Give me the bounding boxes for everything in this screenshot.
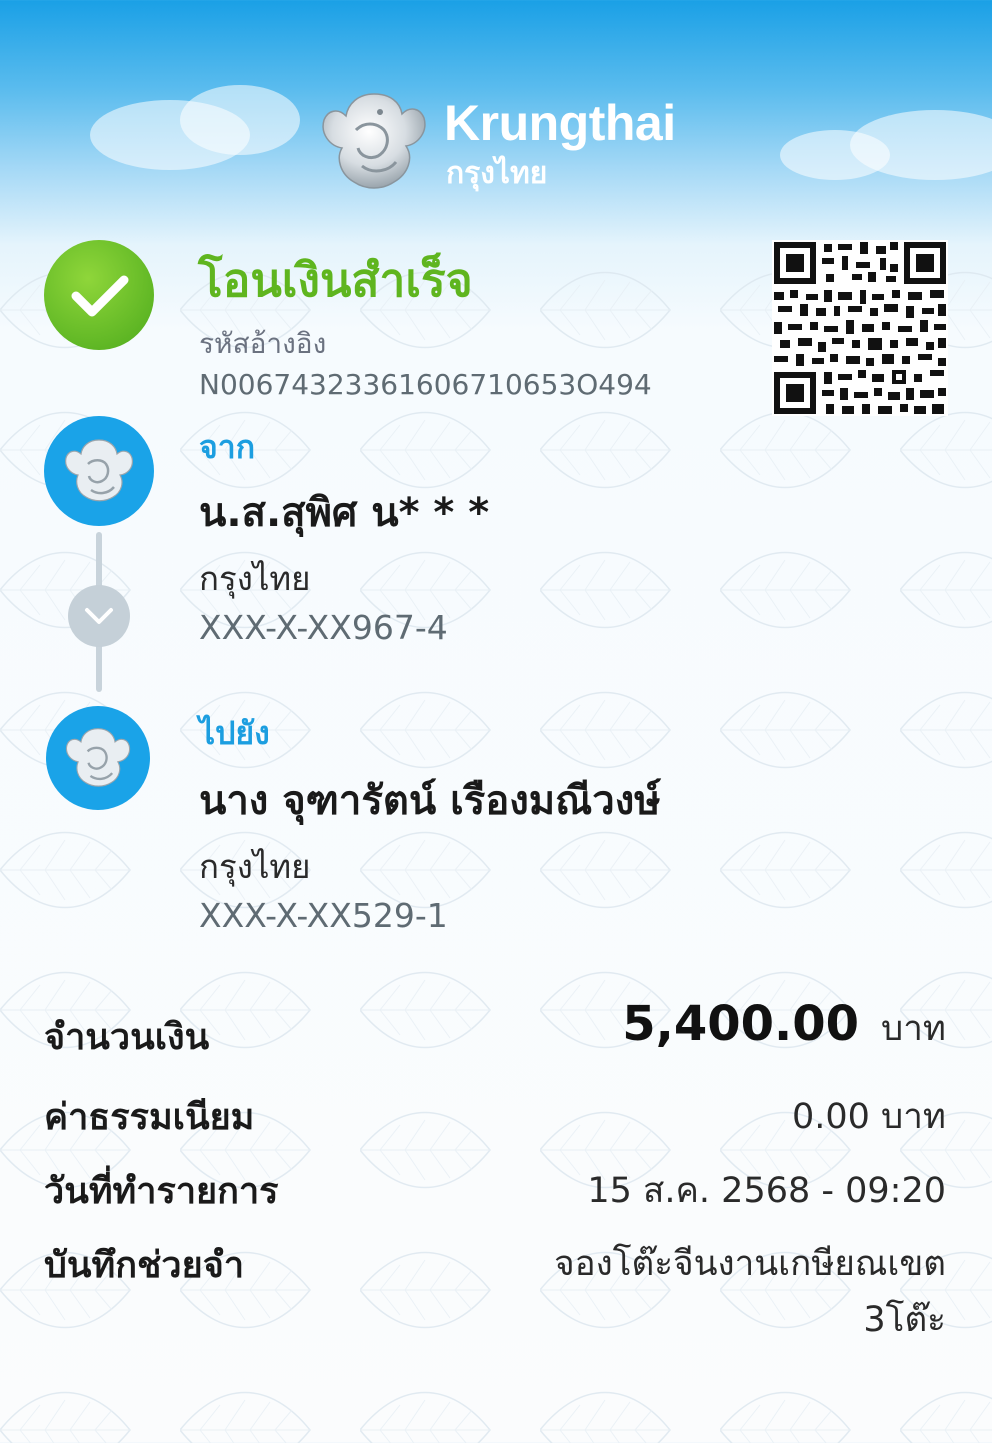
check-icon xyxy=(71,275,129,317)
app-header: Krungthai กรุงไทย xyxy=(0,86,992,206)
date-value: 15 ส.ค. 2568 - 09:20 xyxy=(587,1171,946,1211)
sender-bank-avatar xyxy=(44,416,154,526)
reference-label: รหัสอ้างอิง xyxy=(199,327,327,360)
date-label: วันที่ทำรายการ xyxy=(44,1171,279,1212)
brand-name: Krungthai xyxy=(444,95,676,151)
fee-value: 0.00 บาท xyxy=(792,1097,946,1137)
sender-account: XXX-X-XX967-4 xyxy=(199,608,448,647)
recipient-bank-avatar xyxy=(46,706,150,810)
amount-row-value: 5,400.00 บาท xyxy=(622,996,946,1056)
krungthai-bird-icon xyxy=(65,439,133,502)
amount-unit: บาท xyxy=(881,1009,946,1049)
recipient-name: นาง จุฑารัตน์ เรืองมณีวงษ์ xyxy=(199,778,661,824)
fee-label: ค่าธรรมเนียม xyxy=(44,1097,255,1138)
amount-label: จำนวนเงิน xyxy=(44,1017,210,1058)
memo-value: จองโต๊ะจีนงานเกษียณเขต 3โต๊ะ xyxy=(554,1244,946,1340)
amount-value: 5,400.00 xyxy=(622,996,860,1052)
timeline-node xyxy=(68,585,130,647)
from-label: จาก xyxy=(199,428,256,466)
recipient-bank: กรุงไทย xyxy=(199,847,311,886)
sender-bank: กรุงไทย xyxy=(199,559,311,598)
reference-number[interactable]: N00674323361606710653O494 xyxy=(199,368,652,401)
success-indicator xyxy=(44,240,154,350)
recipient-account: XXX-X-XX529-1 xyxy=(199,896,448,935)
krungthai-bird-icon xyxy=(65,728,131,787)
memo-label: บันทึกช่วยจำ xyxy=(44,1245,245,1286)
status-title: โอนเงินสำเร็จ xyxy=(198,253,473,307)
krungthai-bird-icon xyxy=(322,93,426,189)
sender-name: น.ส.สุพิศ น* * * xyxy=(199,490,490,536)
to-label: ไปยัง xyxy=(199,714,270,752)
qr-code-icon[interactable] xyxy=(772,240,948,416)
chevron-down-icon xyxy=(85,608,113,624)
brand-name-thai: กรุงไทย xyxy=(446,156,548,191)
